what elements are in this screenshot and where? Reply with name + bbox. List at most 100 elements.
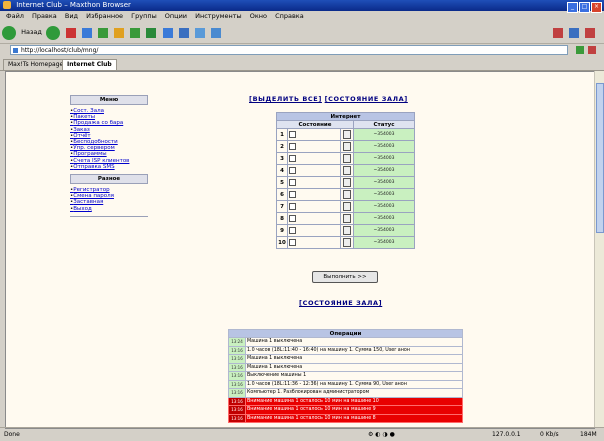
table-row: 7 ~354003 [276,200,415,213]
document-icon[interactable] [343,190,351,199]
run-button[interactable]: Выполнить >> [312,271,378,283]
group-icon[interactable] [130,27,141,38]
vertical-scrollbar[interactable] [594,71,604,427]
forward-arrow-icon[interactable] [45,25,60,40]
sidebar-misc-list: Регистратор Смена пароля Заставная Выход [70,187,150,212]
machine-status: ~354003 [353,212,415,225]
document-icon[interactable] [343,226,351,235]
home-icon[interactable] [98,27,109,38]
op-text: Внимание машина 1 осталось 10 мин на маш… [245,413,463,423]
status-icons: ⚙ ◐ ◑ ● [368,431,395,438]
hall-state-bottom: [СОСТОЯНИЕ ЗАЛА] [299,299,382,307]
stop-icon[interactable] [66,27,77,38]
select-all-link[interactable]: [ВЫДЕЛИТЬ ВСЕ] [249,95,322,103]
view-icon[interactable] [210,27,221,38]
machine-checkbox[interactable] [289,155,296,162]
tab-icon[interactable] [194,27,205,38]
machine-checkbox[interactable] [289,203,296,210]
machine-checkbox[interactable] [289,131,296,138]
sidebar-misc-title: Разное [70,174,148,185]
menu-item[interactable]: Файл [6,12,24,20]
internet-caption: Интернет [276,112,415,121]
refresh-icon[interactable] [82,27,93,38]
op-time: 13:16 [228,405,246,415]
machine-checkbox[interactable] [289,179,296,186]
menu-bar: Файл Правка Вид Избранное Группы Опции И… [0,11,604,22]
op-text: Машина 1 выключена [245,354,463,364]
tools-icon[interactable] [552,27,563,38]
hall-state-link-bottom[interactable]: [СОСТОЯНИЕ ЗАЛА] [299,299,382,307]
menu-item[interactable]: Опции [165,12,187,20]
menu-item[interactable]: Избранное [86,12,123,20]
op-text: Машина 1 выключена [245,337,463,347]
machine-checkbox[interactable] [289,239,296,246]
op-text: 1.0 часов (18L:11:36 - 12:36) на машину … [245,379,463,389]
machine-number: 8 [276,212,288,225]
document-icon[interactable] [343,154,351,163]
sidebar-menu-title: Меню [70,95,148,105]
machine-checkbox[interactable] [289,143,296,150]
machine-number: 9 [276,224,288,237]
status-ip: 127.0.0.1 [492,431,521,438]
table-row: 4 ~354003 [276,164,415,177]
address-url: http://localhost/club/mng/ [21,47,99,54]
scrollbar-thumb[interactable] [596,83,604,233]
go-icon[interactable] [576,46,584,54]
document-icon[interactable] [343,238,351,247]
menu-item[interactable]: Справка [275,12,304,20]
op-text: Внимание машина 1 осталось 10 мин на маш… [245,405,463,415]
favorites-icon[interactable] [114,27,125,38]
op-time: 13:16 [228,345,246,355]
download-icon[interactable] [146,27,157,38]
document-icon[interactable] [343,214,351,223]
machine-checkbox[interactable] [289,215,296,222]
document-icon[interactable] [343,130,351,139]
table-row: 10 ~354003 [276,236,415,249]
table-row: 13:16 Выключение машины 1 [228,371,463,381]
menu-item[interactable]: Вид [65,12,78,20]
sidebar-item[interactable]: Выход [70,206,150,212]
search-icon[interactable] [588,46,596,54]
op-time: 13:16 [228,396,246,406]
machine-number: 3 [276,152,288,165]
sidebar-item[interactable]: Отправка SMS [70,164,150,170]
machine-checkbox[interactable] [289,227,296,234]
options-icon[interactable] [584,27,595,38]
document-icon[interactable] [343,142,351,151]
alert-row: 13:16 Внимание машина 1 осталось 10 мин н… [228,405,463,415]
internet-table: Интернет Состояние Статус 1 ~354003 2 ~354… [276,112,415,249]
op-time: 13:16 [228,371,246,381]
machine-status: ~354003 [353,188,415,201]
table-row: 5 ~354003 [276,176,415,189]
hall-state-link[interactable]: [СОСТОЯНИЕ ЗАЛА] [325,95,408,103]
machine-checkbox[interactable] [289,167,296,174]
op-time: 13:16 [228,379,246,389]
op-text: Внимание машина 1 осталось 10 мин на маш… [245,396,463,406]
back-label[interactable]: Назад [21,22,42,43]
document-icon[interactable] [343,178,351,187]
op-text: Машина 1 выключена [245,362,463,372]
status-bar: Done ⚙ ◐ ◑ ● 127.0.0.1 0 Kb/s 184M [0,427,604,441]
op-text: Компьютер 1. Разблокирован администратор… [245,388,463,398]
table-row: 13:16 Машина 1 выключена [228,354,463,364]
table-row: 13:16 Компьютер 1. Разблокирован админист… [228,388,463,398]
table-row: 9 ~354003 [276,224,415,237]
history-icon[interactable] [162,27,173,38]
menu-item[interactable]: Окно [250,12,267,20]
sidebar: Меню Сост. Зала Пакеты Продажа со бара З… [70,95,150,221]
menu-item[interactable]: Инструменты [195,12,242,20]
op-time: 13:24 [228,337,246,347]
back-arrow-icon[interactable] [2,25,16,40]
tab-homepage[interactable]: Max!Ts Homepage [3,59,69,70]
mail-icon[interactable] [568,27,579,38]
document-icon[interactable] [343,166,351,175]
address-input[interactable]: http://localhost/club/mng/ [10,45,568,55]
machine-checkbox[interactable] [289,191,296,198]
tab-internet-club[interactable]: Internet Club [62,59,117,70]
document-icon[interactable] [343,202,351,211]
window-icon[interactable] [178,27,189,38]
table-row: 13:16 Машина 1 выключена [228,362,463,372]
menu-item[interactable]: Группы [131,12,157,20]
menu-item[interactable]: Правка [32,12,57,20]
operations-table: Операции 13:24 Машина 1 выключена 13:16 1.… [228,329,463,423]
